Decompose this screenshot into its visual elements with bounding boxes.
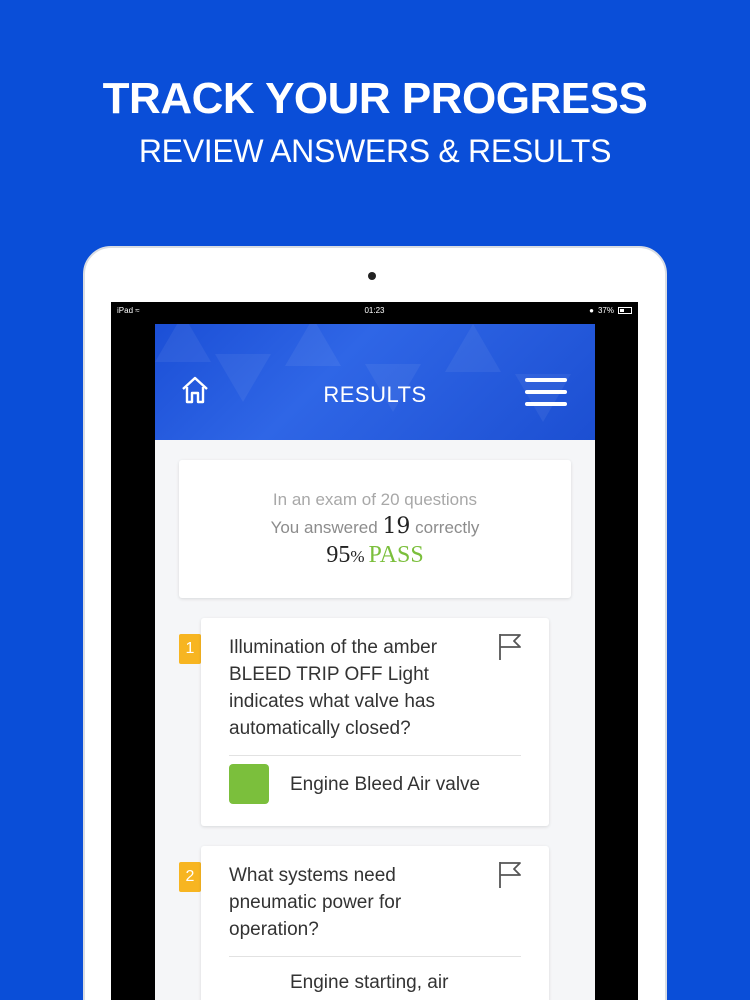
header-pattern: [155, 324, 211, 362]
correct-answers-text: You answered 19 correctly: [179, 514, 571, 539]
answered-suffix: correctly: [415, 518, 480, 537]
orientation-lock-icon: ●: [589, 306, 594, 315]
flag-icon: [499, 634, 521, 660]
answer-divider: [229, 956, 521, 957]
question-card[interactable]: Illumination of the amber BLEED TRIP OFF…: [201, 618, 549, 826]
promo-subtitle: REVIEW ANSWERS & RESULTS: [138, 133, 612, 169]
flag-icon: [499, 862, 521, 888]
score-line: 95% PASS: [179, 542, 571, 569]
question-number-badge: 1: [179, 634, 201, 664]
score-percent-sign: %: [350, 547, 365, 566]
camera-dot: [368, 272, 376, 280]
score-percent: 95: [326, 542, 351, 568]
answer-text: Engine starting, air: [290, 972, 449, 993]
flag-button[interactable]: [497, 860, 523, 890]
header-pattern: [445, 324, 501, 372]
header-pattern: [285, 324, 341, 366]
pass-status: PASS: [368, 542, 424, 568]
status-right: ● 37%: [589, 306, 632, 315]
battery-icon: [618, 307, 632, 314]
battery-fill: [620, 309, 624, 312]
question-number-badge: 2: [179, 862, 201, 892]
promo-title: TRACK YOUR PROGRESS: [102, 74, 648, 123]
status-bar: iPad ≈ 01:23 ● 37%: [111, 302, 638, 322]
answer-divider: [229, 755, 521, 756]
hamburger-icon: [525, 390, 567, 394]
question-text: What systems need pneumatic power for op…: [229, 865, 402, 940]
tablet-screen: iPad ≈ 01:23 ● 37% RESULTS In an exam of…: [111, 302, 638, 1000]
menu-button[interactable]: [525, 378, 569, 408]
results-summary-card: In an exam of 20 questions You answered …: [179, 460, 571, 598]
battery-percent: 37%: [597, 306, 614, 315]
app-header: RESULTS: [155, 324, 595, 440]
correct-count: 19: [382, 514, 411, 539]
answer-text: Engine Bleed Air valve: [290, 774, 481, 795]
exam-size-text: In an exam of 20 questions: [272, 490, 478, 509]
question-card[interactable]: What systems need pneumatic power for op…: [201, 846, 549, 1000]
answered-prefix: You answered: [270, 518, 378, 537]
hamburger-icon: [525, 402, 567, 406]
status-time: 01:23: [364, 306, 385, 315]
hamburger-icon: [525, 378, 567, 382]
app-view: RESULTS In an exam of 20 questions You a…: [155, 324, 595, 1000]
correct-answer-indicator: [229, 764, 269, 804]
question-text: Illumination of the amber BLEED TRIP OFF…: [229, 637, 438, 739]
flag-button[interactable]: [497, 632, 523, 662]
